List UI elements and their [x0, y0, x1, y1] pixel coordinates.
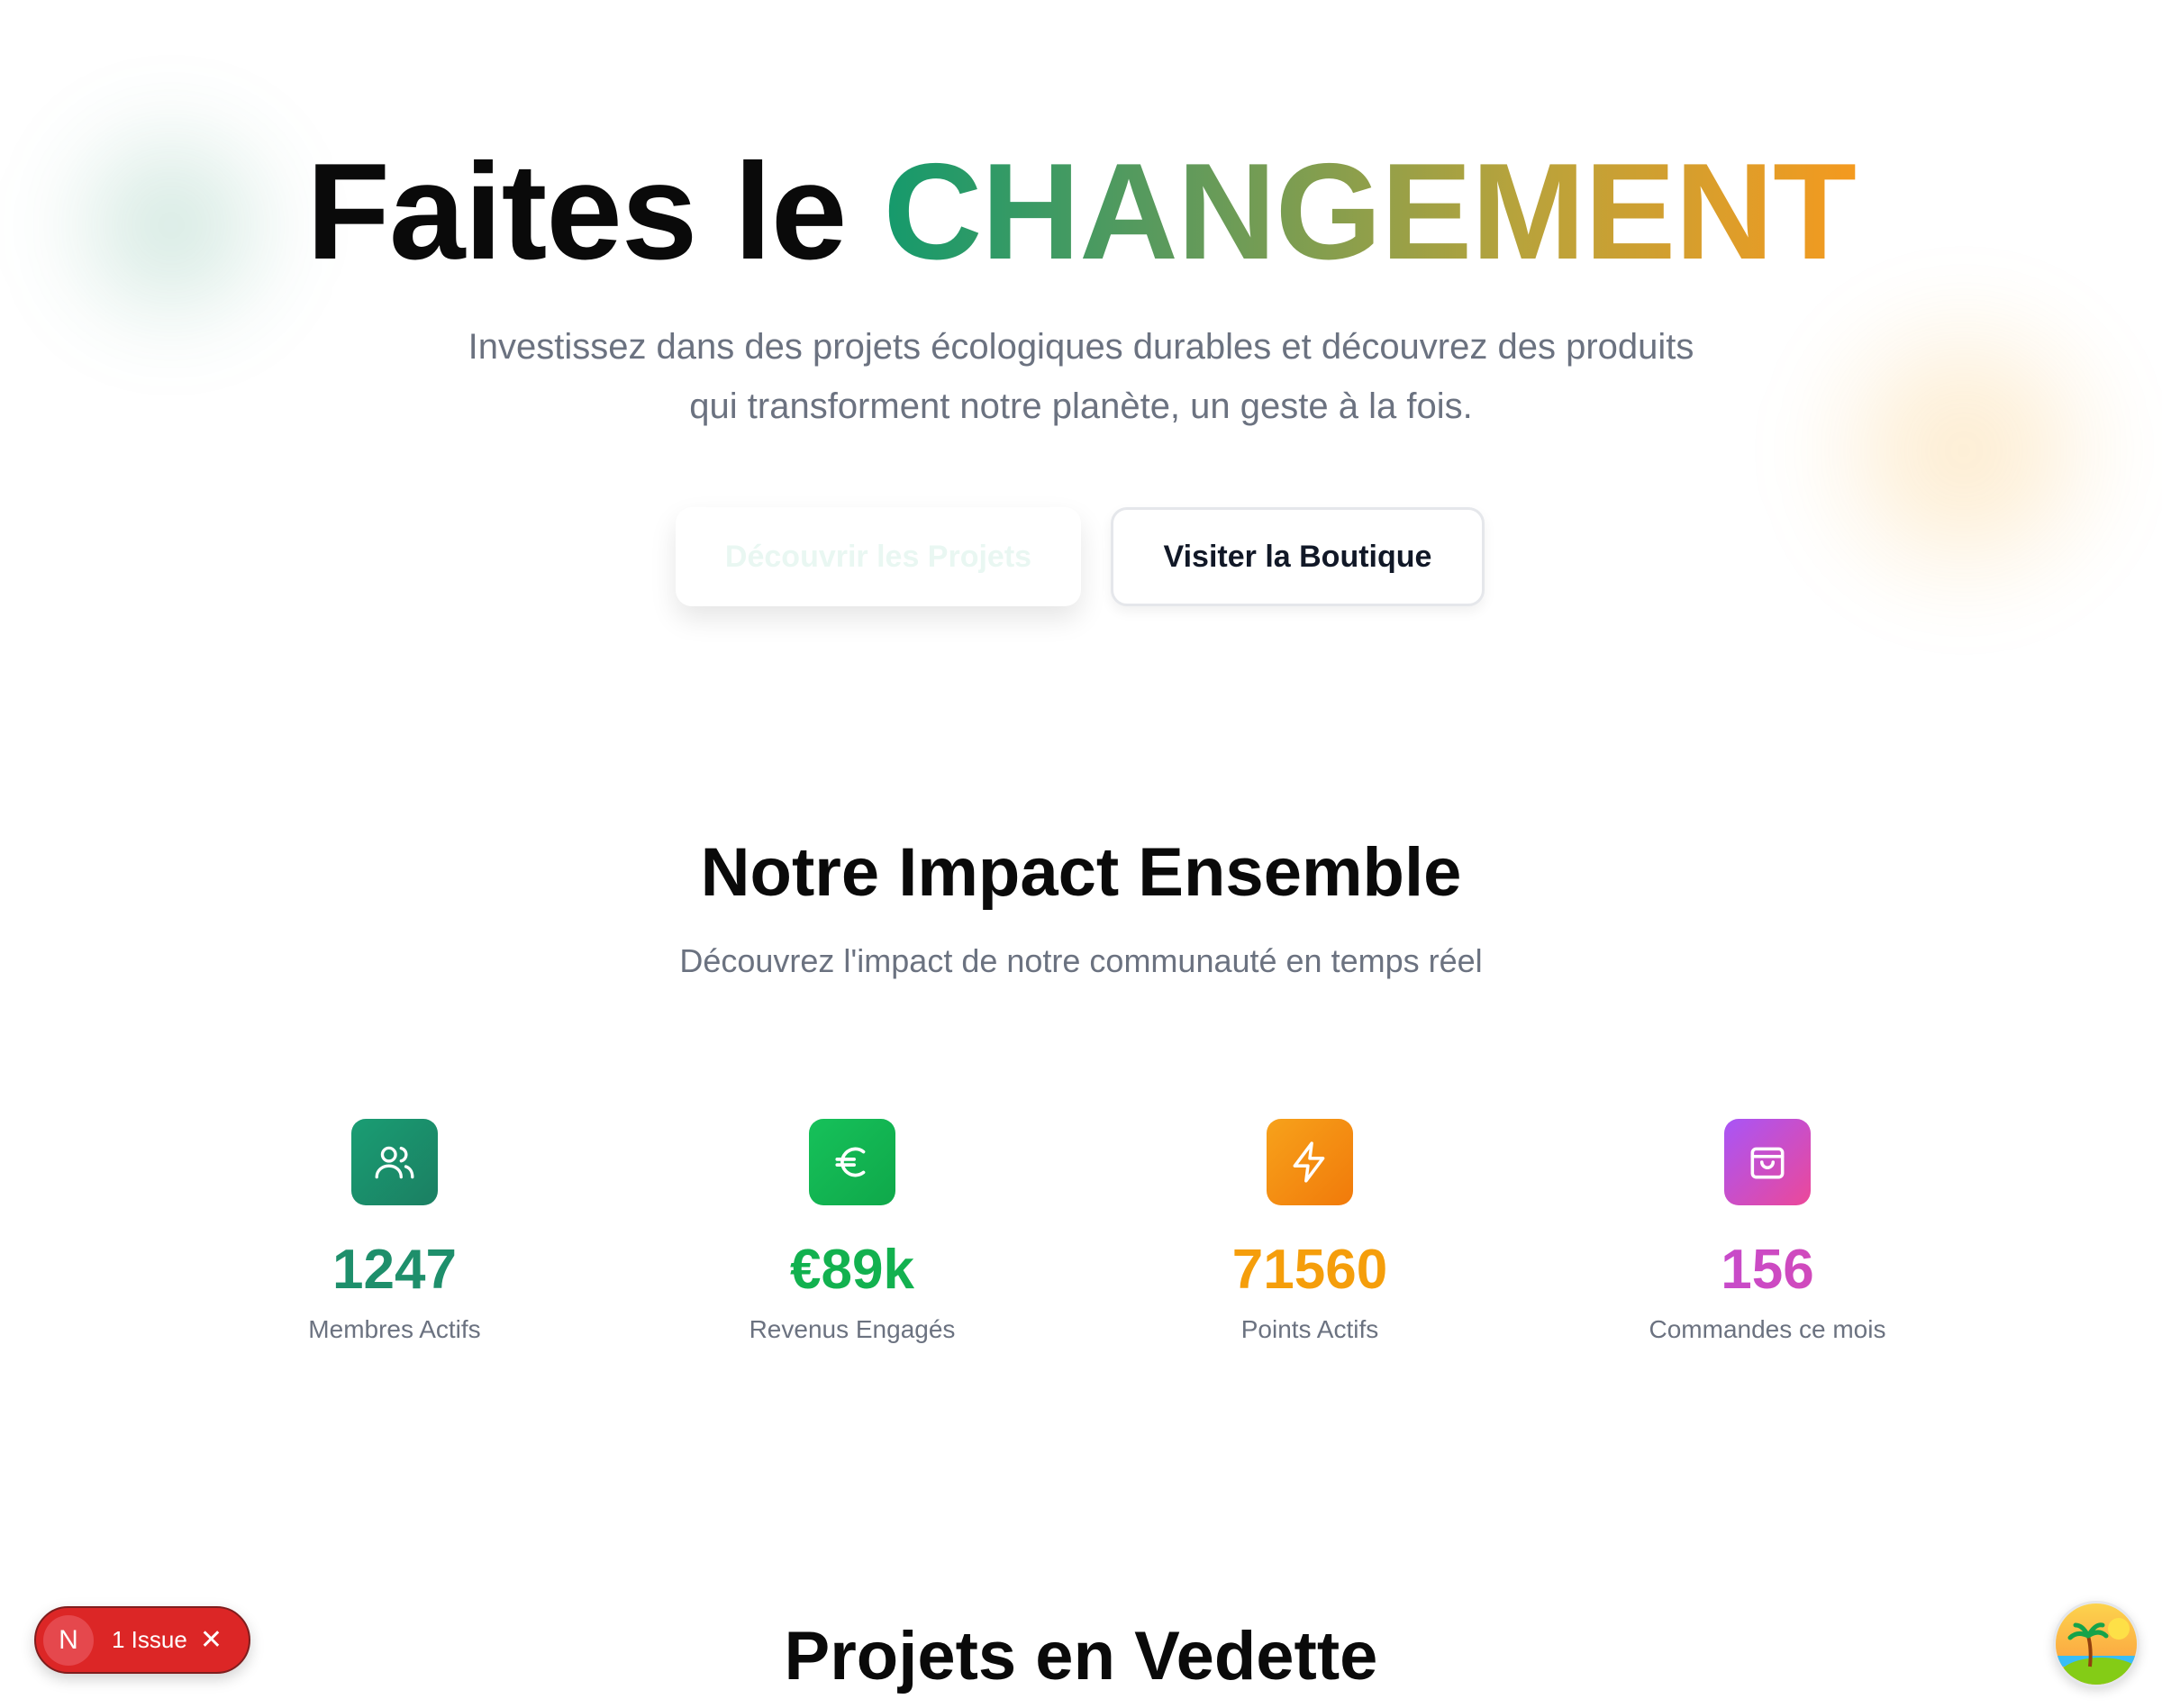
decorative-orange-glow [1802, 297, 2126, 604]
stat-value: 156 [1578, 1238, 1957, 1303]
users-icon [351, 1119, 438, 1205]
stat-label: Points Actifs [1240, 1315, 1379, 1343]
visit-shop-button[interactable]: Visiter la Boutique [1111, 507, 1485, 606]
stat-revenue: €89k Revenus Engagés [663, 1119, 1041, 1344]
close-icon[interactable]: ✕ [200, 1626, 223, 1654]
impact-title: Notre Impact Ensemble [700, 834, 1462, 911]
stat-label: Commandes ce mois [1649, 1315, 1886, 1343]
shopping-bag-icon [1724, 1119, 1811, 1205]
hero-subtitle: Investissez dans des projets écologiques… [468, 327, 1694, 426]
discover-projects-button[interactable]: Découvrir les Projets [676, 507, 1081, 606]
stat-value: 1247 [332, 1239, 457, 1301]
stat-label: Revenus Engagés [749, 1315, 956, 1343]
zap-icon [1267, 1119, 1353, 1205]
page: Faites le CHANGEMENT Investissez dans de… [0, 0, 2162, 1708]
stat-value: €89k [790, 1239, 914, 1301]
stat-members: 1247 Membres Actifs [205, 1119, 584, 1344]
stat-label: Membres Actifs [308, 1315, 481, 1343]
featured-projects-title: Projets en Vedette [784, 1618, 1378, 1694]
dev-issues-badge[interactable]: N 1 Issue ✕ [34, 1606, 250, 1674]
impact-subtitle: Découvrez l'impact de notre communauté e… [679, 942, 1483, 979]
stat-orders: 156 Commandes ce mois [1578, 1119, 1957, 1344]
hero-title: Faites le CHANGEMENT [0, 135, 2162, 288]
framework-logo-icon: N [43, 1614, 94, 1666]
hero-title-highlight: CHANGEMENT [883, 135, 1857, 288]
issue-count-label[interactable]: 1 Issue [112, 1626, 187, 1654]
assistant-avatar-button[interactable] [2053, 1601, 2139, 1687]
euro-icon [809, 1119, 895, 1205]
stat-points: 71560 Points Actifs [1121, 1119, 1499, 1344]
hero-title-prefix: Faites le [306, 135, 884, 288]
stat-value: 71560 [1231, 1239, 1388, 1301]
